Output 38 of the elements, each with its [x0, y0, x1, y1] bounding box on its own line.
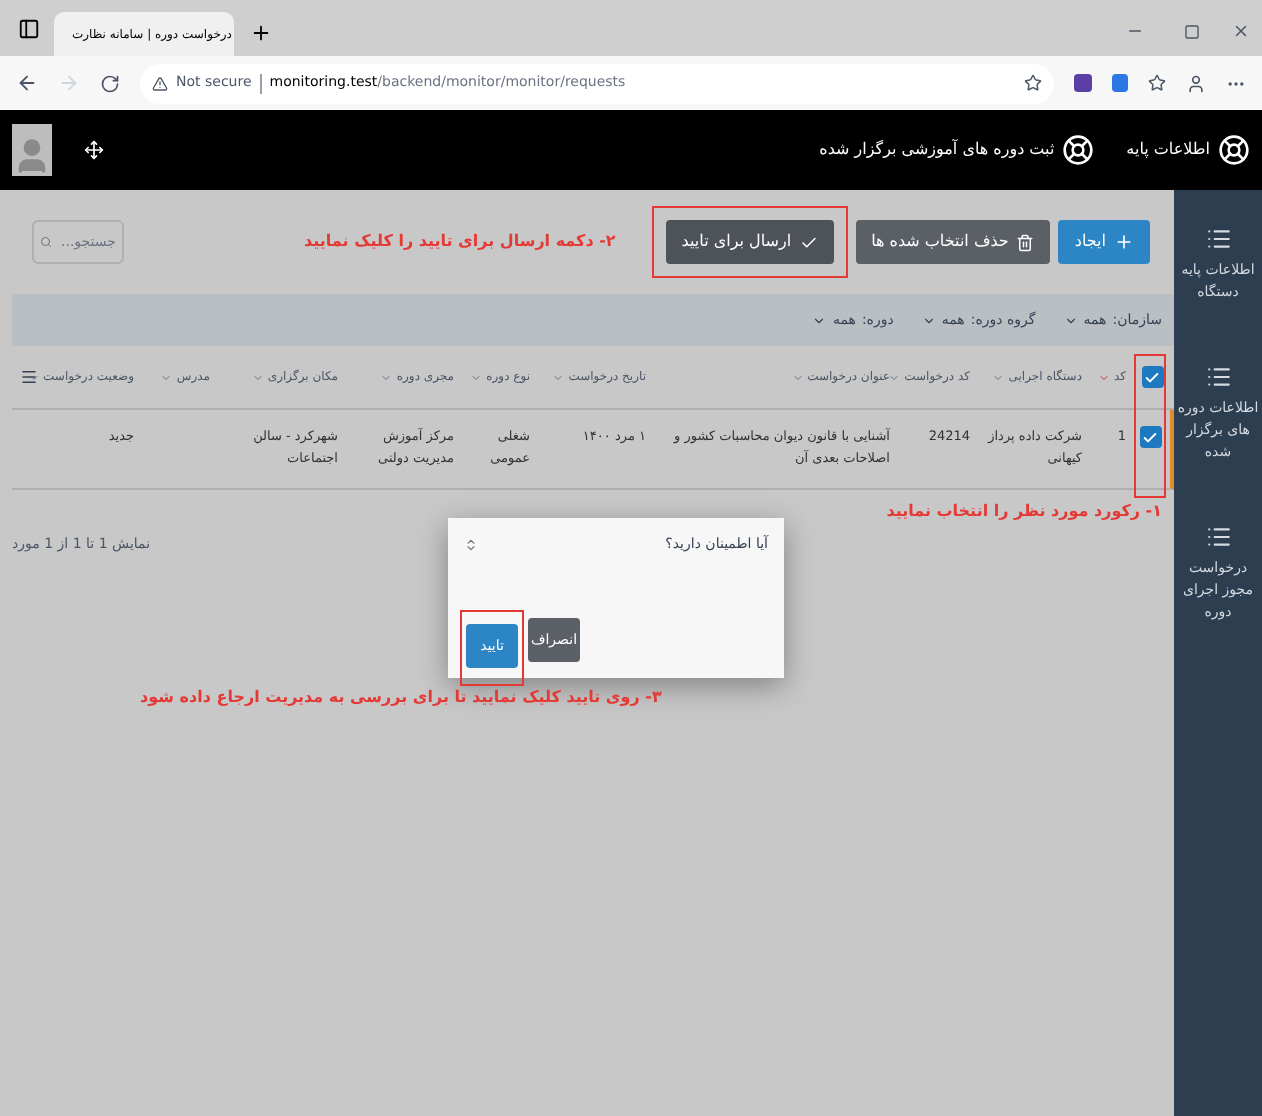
- highlight-frame: [1134, 354, 1166, 498]
- list-icon: [1205, 524, 1231, 550]
- profile-icon[interactable]: [1186, 73, 1206, 93]
- tab-actions-icon[interactable]: [18, 18, 40, 40]
- favorites-icon[interactable]: [1148, 74, 1166, 92]
- create-button[interactable]: ایجاد: [1058, 220, 1150, 264]
- new-tab-icon[interactable]: [250, 22, 272, 44]
- chevron-down-icon: [921, 313, 936, 327]
- search-icon: [40, 234, 52, 250]
- favorite-icon[interactable]: [1024, 74, 1042, 92]
- list-icon: [1205, 226, 1231, 252]
- chevron-down-icon: [1063, 313, 1078, 327]
- lifebuoy-icon: [1062, 134, 1095, 166]
- back-icon[interactable]: [16, 72, 38, 94]
- spinner-icon: [464, 537, 478, 552]
- nav-item[interactable]: ثبت دوره های آموزشی برگزار شده: [819, 134, 1095, 166]
- check-icon: [799, 233, 818, 251]
- delete-button[interactable]: حذف انتخاب شده ها: [855, 220, 1051, 264]
- extension-icon[interactable]: [1074, 74, 1092, 92]
- checkbox[interactable]: [1139, 426, 1161, 448]
- lifebuoy-icon: [1218, 134, 1250, 166]
- close-window-icon[interactable]: [1232, 22, 1250, 40]
- send-button[interactable]: ارسال برای تایید: [665, 220, 834, 264]
- instruction-note: ۱- رکورد مورد نظر را انتخاب نمایید: [886, 500, 1162, 524]
- instruction-note: ۲- دکمه ارسال برای تایید را کلیک نمایید: [304, 230, 616, 254]
- move-icon[interactable]: [84, 140, 104, 160]
- trash-icon: [1016, 233, 1035, 251]
- instruction-note: ۳- روی تایید کلیک نمایید تا برای بررسی به مدیریت ارجاع داده شود: [140, 686, 662, 710]
- nav-item[interactable]: اطلاعات پایه: [1126, 134, 1250, 166]
- checkbox[interactable]: [1141, 366, 1163, 388]
- chevron-down-icon: [812, 313, 827, 327]
- maximize-icon[interactable]: [1184, 24, 1200, 40]
- columns-menu-icon[interactable]: [20, 368, 38, 386]
- warning-icon: [152, 75, 168, 91]
- extension-icon[interactable]: [1112, 74, 1128, 92]
- list-icon: [1205, 364, 1231, 390]
- plus-icon: [1114, 232, 1134, 252]
- reload-icon[interactable]: [100, 73, 120, 93]
